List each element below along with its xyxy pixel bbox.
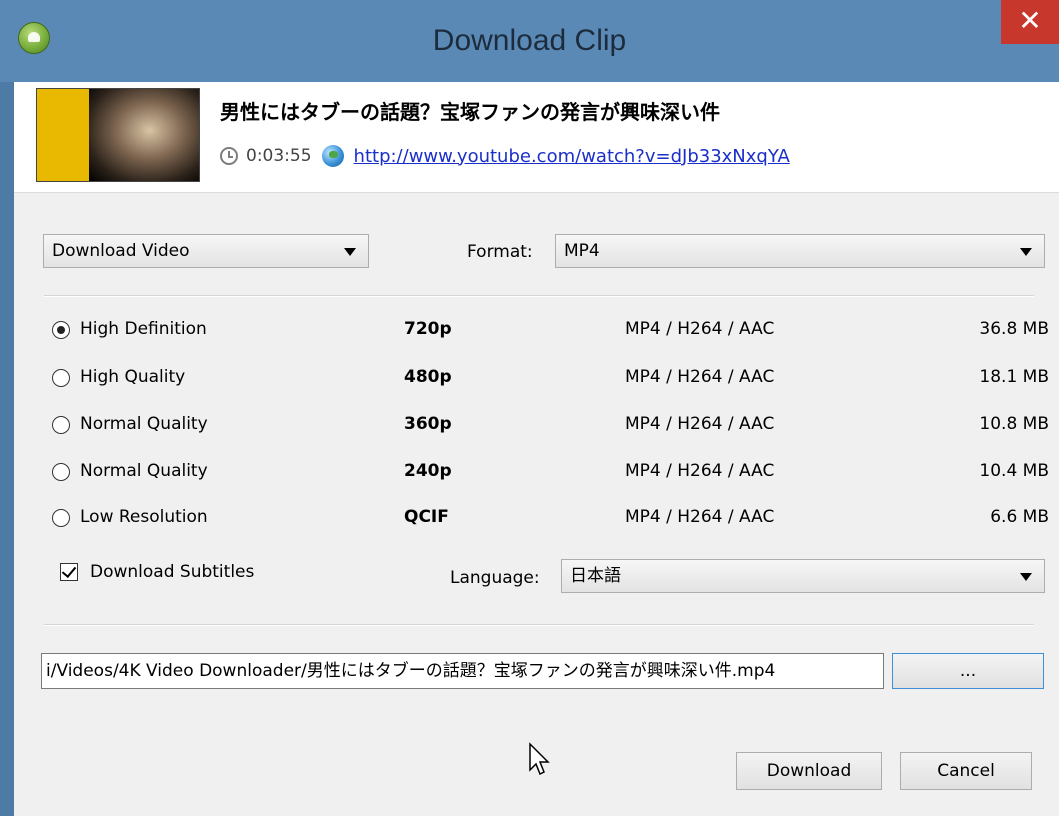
quality-codec: MP4 / H264 / AAC	[625, 461, 775, 481]
download-type-dropdown[interactable]: Download Video	[43, 234, 369, 268]
quality-option[interactable]: High Definition 720p MP4 / H264 / AAC 36…	[52, 317, 1052, 347]
globe-icon	[321, 145, 344, 167]
format-dropdown[interactable]: MP4	[555, 234, 1045, 268]
language-value: 日本語	[570, 566, 621, 586]
radio-button[interactable]	[52, 416, 70, 434]
download-clip-dialog: 男性にはタブーの話題？宝塚ファンの発言が興味深い件 0:03:55 http:/…	[14, 82, 1059, 816]
close-button[interactable]: ✕	[1001, 0, 1059, 44]
quality-codec: MP4 / H264 / AAC	[625, 319, 775, 339]
quality-codec: MP4 / H264 / AAC	[625, 367, 775, 387]
quality-resolution: 720p	[404, 319, 452, 339]
quality-name: Normal Quality	[80, 414, 208, 434]
download-type-value: Download Video	[52, 241, 190, 261]
clip-meta: 0:03:55 http://www.youtube.com/watch?v=d…	[220, 142, 790, 170]
save-path-input[interactable]: i/Videos/4K Video Downloader/男性にはタブーの話題？…	[41, 653, 884, 689]
quality-name: High Definition	[80, 319, 207, 339]
quality-resolution: 240p	[404, 461, 452, 481]
format-label: Format:	[467, 242, 533, 262]
clock-icon	[220, 147, 238, 165]
quality-codec: MP4 / H264 / AAC	[625, 414, 775, 434]
divider	[44, 624, 1034, 626]
mouse-pointer-icon	[529, 742, 550, 776]
clip-header: 男性にはタブーの話題？宝塚ファンの発言が興味深い件 0:03:55 http:/…	[14, 82, 1059, 193]
quality-name: Low Resolution	[80, 507, 208, 527]
download-button[interactable]: Download	[736, 752, 882, 790]
radio-button[interactable]	[52, 321, 70, 339]
divider	[44, 295, 1034, 297]
browse-button[interactable]: ...	[892, 653, 1044, 689]
radio-button[interactable]	[52, 463, 70, 481]
radio-button[interactable]	[52, 509, 70, 527]
quality-resolution: QCIF	[404, 507, 449, 527]
chevron-down-icon	[1020, 248, 1032, 256]
quality-option[interactable]: Normal Quality 360p MP4 / H264 / AAC 10.…	[52, 412, 1052, 442]
quality-codec: MP4 / H264 / AAC	[625, 507, 775, 527]
quality-resolution: 480p	[404, 367, 452, 387]
language-dropdown[interactable]: 日本語	[561, 559, 1045, 593]
radio-button[interactable]	[52, 369, 70, 387]
clip-title: 男性にはタブーの話題？宝塚ファンの発言が興味深い件	[220, 100, 720, 124]
thumbnail-image	[89, 89, 199, 181]
quality-option[interactable]: High Quality 480p MP4 / H264 / AAC 18.1 …	[52, 365, 1052, 395]
clip-url-link[interactable]: http://www.youtube.com/watch?v=dJb33xNxq…	[354, 146, 790, 167]
clip-duration: 0:03:55	[246, 146, 312, 166]
quality-size: 18.1 MB	[979, 367, 1049, 387]
format-value: MP4	[564, 241, 600, 261]
quality-resolution: 360p	[404, 414, 452, 434]
quality-name: Normal Quality	[80, 461, 208, 481]
cancel-button[interactable]: Cancel	[900, 752, 1032, 790]
quality-option[interactable]: Normal Quality 240p MP4 / H264 / AAC 10.…	[52, 459, 1052, 489]
quality-name: High Quality	[80, 367, 186, 387]
title-bar: Download Clip ✕	[0, 0, 1059, 82]
quality-size: 6.6 MB	[990, 507, 1049, 527]
video-thumbnail	[36, 88, 200, 182]
language-label: Language:	[450, 568, 540, 588]
quality-size: 36.8 MB	[979, 319, 1049, 339]
chevron-down-icon	[344, 248, 356, 256]
quality-option[interactable]: Low Resolution QCIF MP4 / H264 / AAC 6.6…	[52, 505, 1052, 535]
quality-size: 10.4 MB	[979, 461, 1049, 481]
window-title: Download Clip	[432, 24, 627, 57]
download-subtitles-label: Download Subtitles	[90, 562, 255, 582]
chevron-down-icon	[1020, 573, 1032, 581]
quality-size: 10.8 MB	[979, 414, 1049, 434]
download-subtitles-checkbox[interactable]	[60, 563, 78, 581]
